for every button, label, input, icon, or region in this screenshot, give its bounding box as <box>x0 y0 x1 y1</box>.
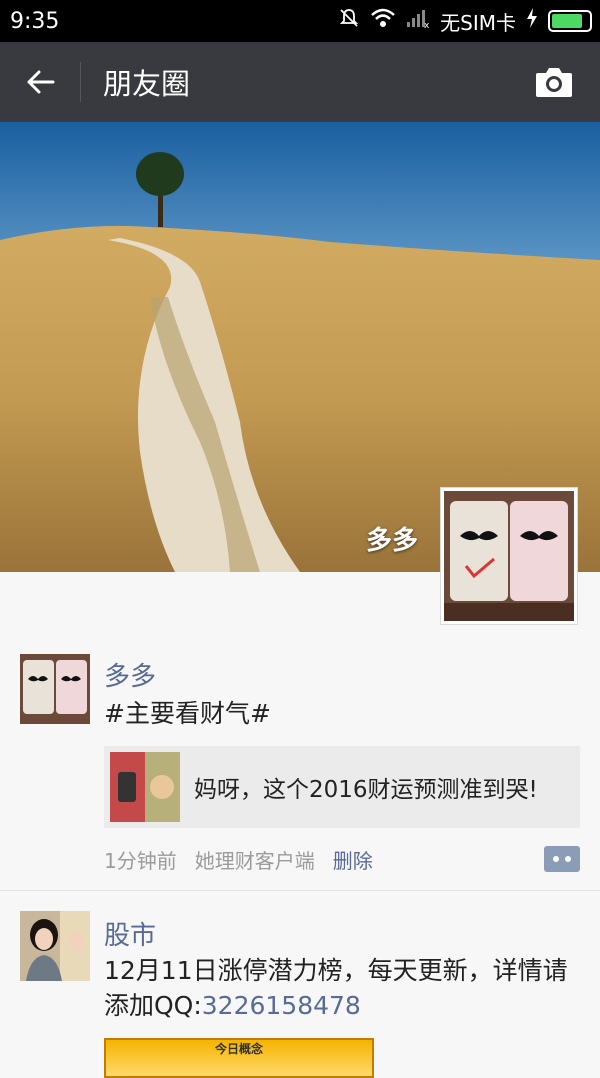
post-image[interactable]: 今日概念 <box>104 1038 374 1078</box>
avatar-woman-image <box>20 911 90 981</box>
avatar-mugs-image <box>444 491 574 621</box>
more-dots-icon <box>553 856 571 862</box>
link-thumbnail <box>110 752 180 822</box>
wifi-icon <box>370 7 396 35</box>
status-bar: 9:35 x 无SIM卡 <box>0 0 600 42</box>
qq-number-link[interactable]: 3226158478 <box>202 991 361 1020</box>
nav-divider <box>80 62 81 102</box>
status-time: 9:35 <box>10 8 60 34</box>
post-avatar[interactable] <box>20 654 90 724</box>
post-text: 12月11日涨停潜力榜，每天更新，详情请添加QQ:3226158478 <box>104 953 580 1023</box>
battery-icon <box>548 10 592 32</box>
post-source[interactable]: 她理财客户端 <box>195 845 315 874</box>
camera-icon <box>536 68 572 97</box>
page-title: 朋友圈 <box>103 67 191 101</box>
post-image-caption: 今日概念 <box>214 1042 263 1056</box>
post-avatar[interactable] <box>20 911 90 981</box>
feed-post: 多多 #主要看财气# 妈呀，这个2016财运预测准到哭! 1分钟前 她理财客户端… <box>0 630 600 891</box>
profile-avatar[interactable] <box>440 487 578 625</box>
cover-user-name: 多多 <box>366 526 419 556</box>
carrier-label: 无SIM卡 <box>440 10 516 35</box>
charging-icon <box>526 8 538 34</box>
post-author-name[interactable]: 多多 <box>104 656 156 693</box>
bell-off-icon <box>338 7 360 35</box>
delete-button[interactable]: 删除 <box>333 845 373 874</box>
link-title: 妈呀，这个2016财运预测准到哭! <box>194 777 538 803</box>
back-button[interactable] <box>0 42 80 122</box>
avatar-mugs-image <box>20 654 90 724</box>
comment-button[interactable] <box>544 846 580 872</box>
moments-feed: 多多 #主要看财气# 妈呀，这个2016财运预测准到哭! 1分钟前 她理财客户端… <box>0 630 600 1071</box>
post-time: 1分钟前 <box>104 849 177 873</box>
signal-icon: x <box>406 7 430 35</box>
svg-text:x: x <box>424 21 430 29</box>
post-text: #主要看财气# <box>104 699 271 728</box>
battery-level-fill <box>552 14 583 28</box>
top-nav-bar: 朋友圈 <box>0 42 600 122</box>
arrow-left-icon <box>27 70 55 94</box>
post-meta: 1分钟前 她理财客户端 删除 <box>104 845 373 874</box>
shared-link-card[interactable]: 妈呀，这个2016财运预测准到哭! <box>104 746 580 828</box>
camera-button[interactable] <box>530 58 578 106</box>
post-author-name[interactable]: 股市 <box>104 915 156 952</box>
